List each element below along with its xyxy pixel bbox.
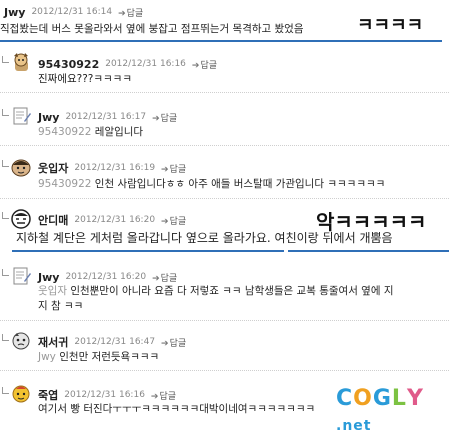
- avatar: [10, 330, 32, 356]
- reply-button[interactable]: ➔답글: [152, 271, 177, 284]
- reply-indent-icon: [2, 387, 9, 394]
- reply-indent-icon: [2, 109, 9, 116]
- comment-header: 안디매 2012/12/31 16:20 ➔답글: [38, 213, 186, 227]
- reply-indent-icon: [2, 56, 9, 63]
- comment-text: 95430922 인천 사람입니다ㅎㅎ 아주 애들 버스탈때 가관입니다 ㅋㅋㅋ…: [38, 178, 386, 190]
- comment-divider: [0, 145, 449, 146]
- avatar: [10, 265, 32, 291]
- comment-author[interactable]: 죽엽: [38, 387, 58, 403]
- comment-text-continued: 지 참 ㅋㅋ: [38, 300, 84, 312]
- comment-header: 재서귀 2012/12/31 16:47 ➔답글: [38, 335, 186, 349]
- comment-text: 웃입자 인천뿐만이 아니라 요즘 다 저렇죠 ㅋㅋ 남학생들은 교복 통줄여서 …: [38, 285, 394, 297]
- comment-divider: [0, 198, 449, 199]
- reply-mention[interactable]: Jwy: [38, 351, 56, 363]
- reply-arrow-icon: ➔: [152, 113, 160, 124]
- comment-header: Jwy 2012/12/31 16:17 ➔답글: [38, 110, 177, 124]
- avatar: [10, 52, 32, 78]
- comment-date: 2012/12/31 16:47: [74, 337, 156, 347]
- highlight-underline: [288, 250, 449, 252]
- comment-author[interactable]: 재서귀: [38, 334, 68, 350]
- comment-date: 2012/12/31 16:19: [74, 163, 156, 173]
- reply-arrow-icon: ➔: [150, 391, 159, 402]
- comment-text: 직접봤는데 버스 못올라와서 옆에 붕잡고 점프뛰는거 목격하고 봤었음: [0, 23, 304, 35]
- comment-author[interactable]: 95430922: [38, 58, 99, 71]
- avatar: [10, 156, 32, 182]
- comment-divider: [0, 370, 449, 371]
- comment-date: 2012/12/31 16:16: [64, 390, 145, 400]
- comment-text: 진짜에요???ㅋㅋㅋㅋ: [38, 73, 132, 85]
- highlight-underline: [12, 250, 284, 252]
- caption-laugh: 악ㅋㅋㅋㅋㅋ: [316, 210, 427, 234]
- comment-author[interactable]: Jwy: [38, 111, 59, 124]
- cogly-watermark-logo: COGLY.net: [336, 386, 424, 434]
- comment-author[interactable]: Jwy: [4, 6, 25, 19]
- comment-date: 2012/12/31 16:16: [105, 59, 186, 69]
- comment-author[interactable]: Jwy: [38, 271, 59, 284]
- reply-arrow-icon: ➔: [161, 164, 169, 175]
- reply-arrow-icon: ➔: [118, 8, 126, 19]
- comment-text: 95430922 레알입니다: [38, 126, 144, 138]
- reply-indent-icon: [2, 269, 9, 276]
- comment-header: 웃입자 2012/12/31 16:19 ➔답글: [38, 161, 186, 175]
- comment-text: 여기서 빵 터진다ㅜㅜㅜㅋㅋㅋㅋㅋㅋ대박이네여ㅋㅋㅋㅋㅋㅋㅋ: [38, 403, 316, 415]
- reply-indent-icon: [2, 334, 9, 341]
- reply-button[interactable]: ➔답글: [161, 162, 186, 175]
- reply-arrow-icon: ➔: [161, 216, 169, 227]
- reply-indent-icon: [2, 212, 9, 219]
- avatar: [10, 383, 32, 409]
- caption-laugh: ㅋㅋㅋㅋ: [357, 15, 424, 36]
- comment-author[interactable]: 안디매: [38, 212, 68, 228]
- comment-header: 95430922 2012/12/31 16:16 ➔답글: [38, 57, 217, 71]
- reply-button[interactable]: ➔답글: [192, 58, 217, 71]
- reply-button[interactable]: ➔답글: [118, 6, 143, 19]
- reply-button[interactable]: ➔답글: [161, 214, 186, 227]
- reply-arrow-icon: ➔: [152, 273, 160, 284]
- comment-date: 2012/12/31 16:20: [74, 215, 156, 225]
- reply-button[interactable]: ➔답글: [151, 389, 176, 402]
- reply-arrow-icon: ➔: [161, 338, 169, 349]
- comment-date: 2012/12/31 16:20: [65, 272, 147, 282]
- avatar: [10, 105, 32, 131]
- highlight-underline: [0, 40, 442, 42]
- comment-date: 2012/12/31 16:17: [65, 112, 147, 122]
- comment-header: Jwy 2012/12/31 16:14 ➔답글: [4, 5, 143, 19]
- reply-mention[interactable]: 95430922: [38, 178, 91, 190]
- reply-indent-icon: [2, 160, 9, 167]
- comment-text: Jwy 인천만 저런듯욕ㅋㅋㅋ: [38, 351, 160, 363]
- comment-date: 2012/12/31 16:14: [31, 7, 113, 17]
- comment-divider: [0, 92, 449, 93]
- reply-button[interactable]: ➔답글: [161, 336, 186, 349]
- reply-mention[interactable]: 95430922: [38, 126, 91, 138]
- reply-mention[interactable]: 웃입자: [38, 285, 67, 297]
- reply-arrow-icon: ➔: [191, 60, 200, 71]
- comment-author[interactable]: 웃입자: [38, 160, 68, 176]
- comment-divider: [0, 320, 449, 321]
- comment-header: 죽엽 2012/12/31 16:16 ➔답글: [38, 388, 176, 402]
- reply-button[interactable]: ➔답글: [152, 111, 177, 124]
- comment-header: Jwy 2012/12/31 16:20 ➔답글: [38, 270, 177, 284]
